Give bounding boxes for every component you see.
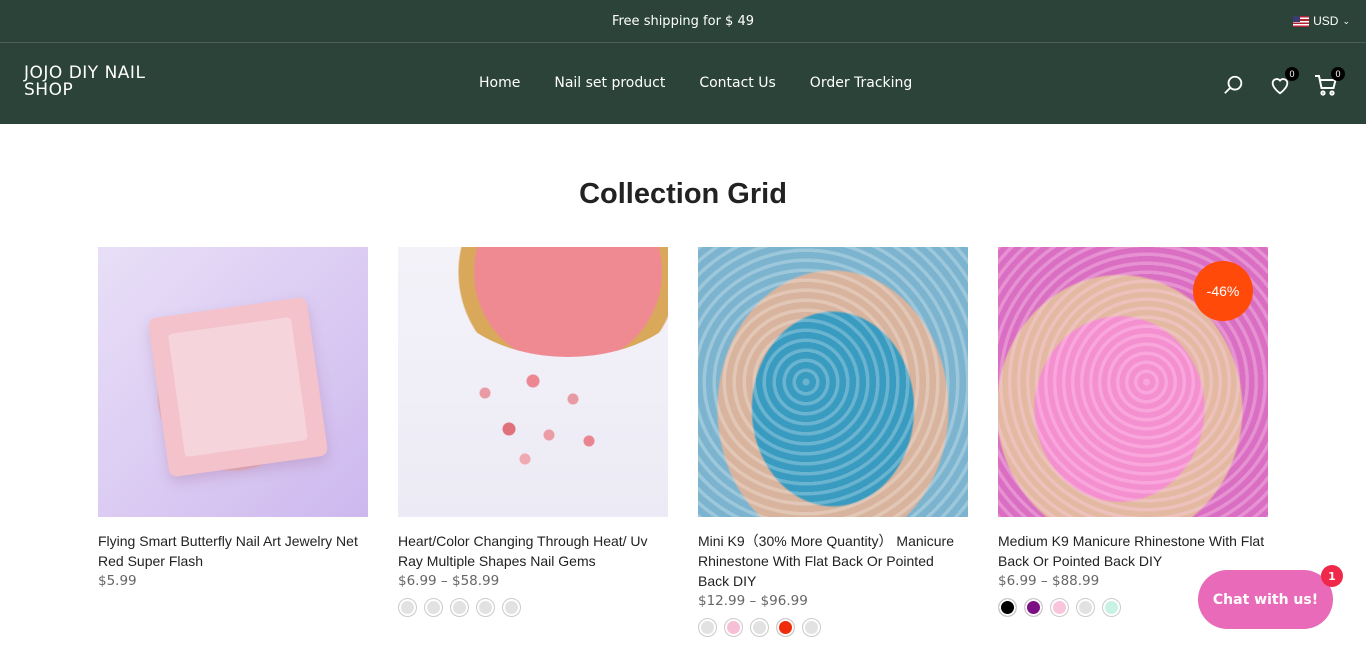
chevron-down-icon: ⌄: [1342, 15, 1350, 26]
site-header: JOJO DIY NAIL SHOP Home Nail set product…: [0, 43, 1366, 124]
color-swatch[interactable]: [802, 618, 821, 637]
cart-button[interactable]: 0: [1314, 67, 1345, 97]
color-swatch[interactable]: [724, 618, 743, 637]
sale-badge: -46%: [1193, 261, 1253, 321]
product-price: $6.99 – $58.99: [398, 573, 500, 589]
color-swatch[interactable]: [1050, 598, 1069, 617]
color-swatch[interactable]: [776, 618, 795, 637]
search-icon[interactable]: [1222, 73, 1246, 97]
currency-selector[interactable]: USD ⌄: [1293, 14, 1350, 28]
color-swatch[interactable]: [450, 598, 469, 617]
nav-home[interactable]: Home: [479, 75, 520, 91]
logo[interactable]: JOJO DIY NAIL SHOP: [24, 65, 194, 99]
us-flag-icon: [1293, 15, 1310, 27]
main-nav: Home Nail set product Contact Us Order T…: [479, 75, 912, 91]
color-swatch[interactable]: [502, 598, 521, 617]
color-swatch[interactable]: [998, 598, 1017, 617]
product-image[interactable]: [98, 247, 368, 517]
product-image[interactable]: [398, 247, 668, 517]
product-name[interactable]: Mini K9（30% More Quantity） Manicure Rhin…: [698, 531, 968, 591]
product-price: $12.99 – $96.99: [698, 593, 808, 609]
color-swatch[interactable]: [476, 598, 495, 617]
product-name[interactable]: Flying Smart Butterfly Nail Art Jewelry …: [98, 531, 368, 571]
product-grid: Flying Smart Butterfly Nail Art Jewelry …: [98, 247, 1268, 637]
color-swatch[interactable]: [1102, 598, 1121, 617]
product-image[interactable]: -46%: [998, 247, 1268, 517]
chat-notification-badge: 1: [1321, 565, 1343, 587]
product-card[interactable]: Flying Smart Butterfly Nail Art Jewelry …: [98, 247, 368, 637]
chat-button[interactable]: Chat with us! 1: [1198, 565, 1343, 629]
color-swatch[interactable]: [698, 618, 717, 637]
product-name[interactable]: Medium K9 Manicure Rhinestone With Flat …: [998, 531, 1268, 571]
color-swatch[interactable]: [750, 618, 769, 637]
product-image[interactable]: [698, 247, 968, 517]
cart-count-badge: 0: [1331, 67, 1345, 81]
product-price: $5.99: [98, 573, 137, 589]
currency-label: USD: [1313, 14, 1339, 28]
color-swatch[interactable]: [1076, 598, 1095, 617]
wishlist-button[interactable]: 0: [1268, 67, 1299, 97]
header-icons: 0 0: [1222, 67, 1345, 97]
color-swatches: [698, 618, 968, 637]
nav-nail-set-product[interactable]: Nail set product: [554, 75, 665, 91]
color-swatches: [398, 598, 668, 617]
announcement-bar: Free shipping for $ 49 USD ⌄: [0, 0, 1366, 43]
product-card[interactable]: Heart/Color Changing Through Heat/ Uv Ra…: [398, 247, 668, 637]
nav-contact-us[interactable]: Contact Us: [699, 75, 775, 91]
color-swatch[interactable]: [424, 598, 443, 617]
chat-label: Chat with us!: [1212, 591, 1319, 608]
color-swatch[interactable]: [1024, 598, 1043, 617]
announcement-text: Free shipping for $ 49: [611, 13, 755, 29]
product-card[interactable]: Mini K9（30% More Quantity） Manicure Rhin…: [698, 247, 968, 637]
page-title: Collection Grid: [579, 178, 787, 210]
nav-order-tracking[interactable]: Order Tracking: [810, 75, 913, 91]
color-swatch[interactable]: [398, 598, 417, 617]
wishlist-count-badge: 0: [1285, 67, 1299, 81]
product-name[interactable]: Heart/Color Changing Through Heat/ Uv Ra…: [398, 531, 668, 571]
